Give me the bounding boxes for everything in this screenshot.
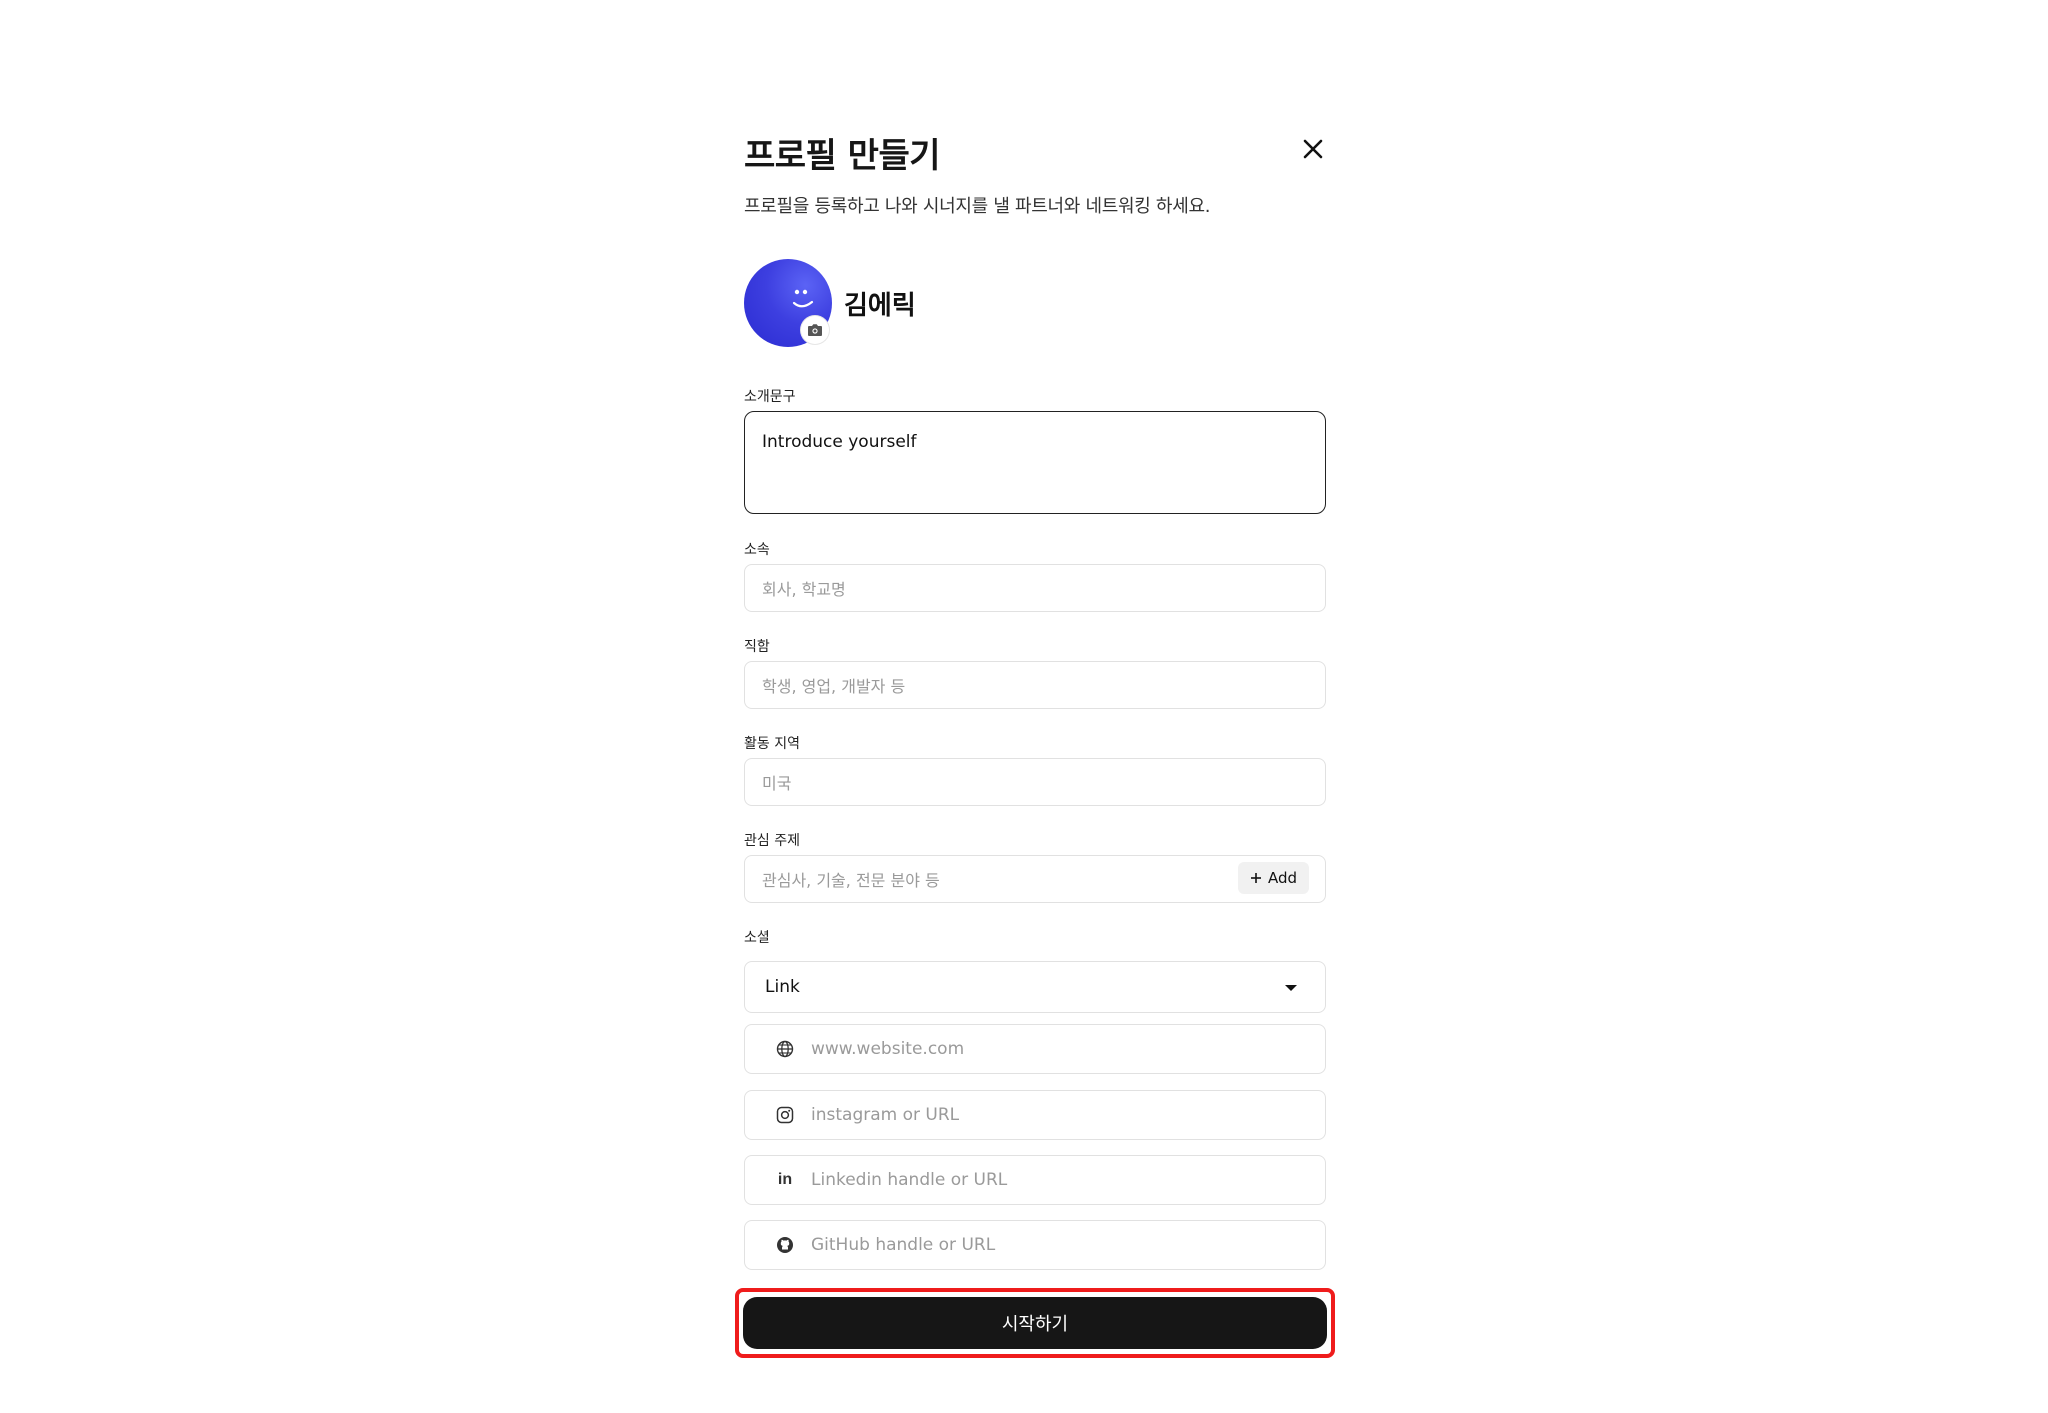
github-placeholder: GitHub handle or URL (811, 1235, 996, 1255)
dialog-title: 프로필 만들기 (744, 136, 941, 176)
region-placeholder: 미국 (762, 774, 792, 793)
linkedin-icon: in (777, 1171, 793, 1188)
camera-icon (808, 324, 822, 336)
social-label: 소셜 (744, 930, 770, 946)
add-interest-label: Add (1267, 869, 1297, 887)
affiliation-placeholder: 회사, 학교명 (762, 580, 846, 599)
interests-label: 관심 주제 (744, 833, 800, 849)
region-input[interactable]: 미국 (744, 758, 1326, 806)
linkedin-placeholder: Linkedin handle or URL (811, 1170, 1008, 1190)
job-title-input[interactable]: 학생, 영업, 개발자 등 (744, 661, 1326, 709)
affiliation-label: 소속 (744, 542, 770, 558)
change-photo-button[interactable] (801, 316, 829, 344)
affiliation-input[interactable]: 회사, 학교명 (744, 564, 1326, 612)
job-title-label: 직함 (744, 639, 770, 655)
add-interest-button[interactable]: Add (1237, 862, 1309, 894)
plus-icon (1250, 873, 1261, 883)
website-input[interactable]: www.website.com (744, 1024, 1326, 1074)
avatar[interactable] (744, 259, 832, 347)
instagram-input[interactable]: instagram or URL (744, 1090, 1326, 1140)
interests-placeholder: 관심사, 기술, 전문 분야 등 (762, 871, 940, 890)
dropdown-caret-icon (1285, 985, 1297, 991)
social-type-select[interactable]: Link (744, 961, 1326, 1013)
github-icon (775, 1235, 795, 1255)
start-button-highlight: 시작하기 (735, 1288, 1335, 1358)
intro-textarea[interactable]: Introduce yourself (744, 411, 1326, 514)
social-type-value: Link (765, 977, 800, 997)
close-button[interactable] (1300, 136, 1326, 162)
create-profile-dialog: 프로필 만들기 프로필을 등록하고 나와 시너지를 낼 파트너와 네트워킹 하세… (735, 124, 1335, 1358)
instagram-icon (775, 1105, 795, 1125)
job-title-placeholder: 학생, 영업, 개발자 등 (762, 677, 906, 696)
intro-text: Introduce yourself (762, 432, 917, 452)
start-button[interactable]: 시작하기 (743, 1297, 1327, 1349)
interests-input[interactable]: 관심사, 기술, 전문 분야 등 Add (744, 855, 1326, 903)
instagram-placeholder: instagram or URL (811, 1105, 960, 1125)
close-icon (1303, 139, 1323, 159)
dialog-subtitle: 프로필을 등록하고 나와 시너지를 낼 파트너와 네트워킹 하세요. (744, 196, 1211, 217)
linkedin-input[interactable]: in Linkedin handle or URL (744, 1155, 1326, 1205)
region-label: 활동 지역 (744, 736, 800, 752)
globe-icon (775, 1039, 795, 1059)
intro-label: 소개문구 (744, 389, 796, 405)
user-name: 김에릭 (844, 291, 916, 321)
page: 프로필 만들기 프로필을 등록하고 나와 시너지를 낼 파트너와 네트워킹 하세… (0, 0, 2048, 1413)
github-input[interactable]: GitHub handle or URL (744, 1220, 1326, 1270)
website-placeholder: www.website.com (811, 1039, 965, 1059)
dialog-header: 프로필 만들기 (744, 124, 1326, 176)
